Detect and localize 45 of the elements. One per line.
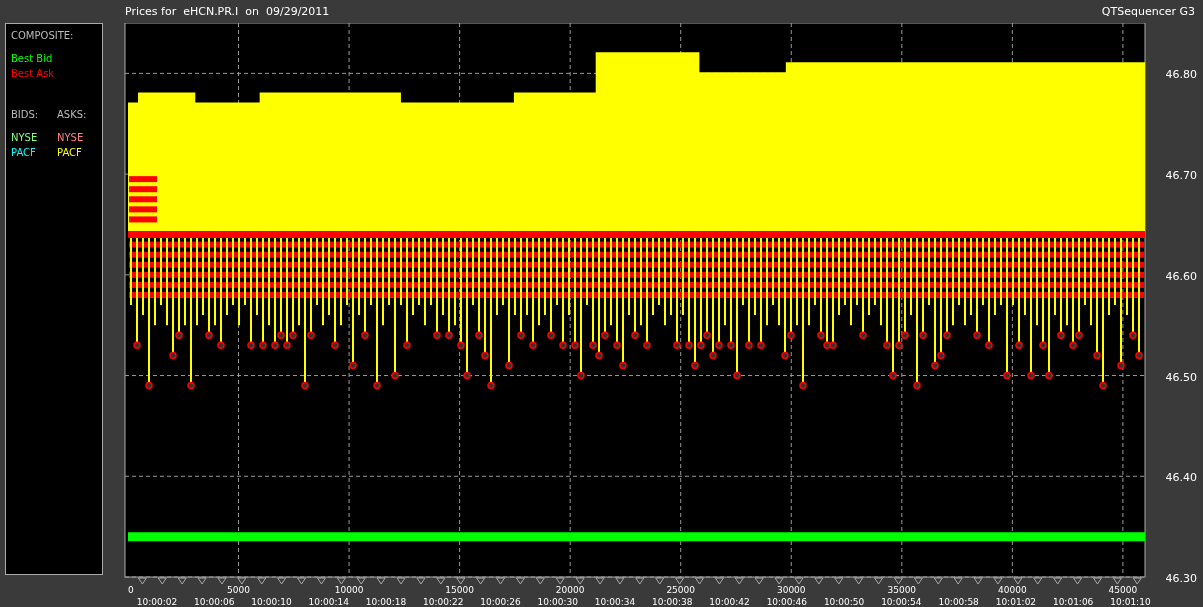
time-label: 10:00:06 (194, 597, 235, 607)
legend-heading: BIDS: (11, 109, 40, 120)
time-label: 10:00:26 (480, 597, 521, 607)
time-label: 10:00:38 (652, 597, 693, 607)
x-axis-label: 0 (128, 585, 134, 595)
y-axis-label: 46.50 (1165, 370, 1197, 384)
time-label: 10:00:34 (594, 597, 636, 607)
x-axis-label: 15000 (445, 585, 474, 595)
time-label: 10:00:54 (881, 597, 922, 607)
legend-item: PACF (57, 146, 83, 160)
chart-title: Prices for eHCN.PR.I on 09/29/2011 (125, 5, 330, 18)
legend-item: PACF (11, 146, 37, 160)
x-axis-label: 20000 (555, 585, 585, 595)
x-axis-label: 40000 (998, 585, 1027, 595)
time-label: 10:00:46 (766, 597, 808, 607)
legend-item: NYSE (57, 131, 85, 145)
time-label: 10:01:10 (1110, 597, 1151, 607)
y-axis-label: 46.60 (1165, 269, 1197, 283)
legend-item: NYSE (11, 131, 39, 145)
x-axis-label: 45000 (1108, 585, 1138, 595)
time-label: 10:00:50 (823, 597, 865, 607)
time-label: 10:00:14 (308, 597, 349, 607)
legend-heading: ASKS: (57, 109, 88, 120)
time-label: 10:00:18 (365, 597, 407, 607)
x-axis-label: 10000 (334, 585, 364, 595)
x-axis-label: 5000 (227, 585, 250, 595)
time-label: 10:00:30 (537, 597, 578, 607)
time-label: 10:00:10 (251, 597, 292, 607)
legend-item: Best Ask (11, 67, 56, 81)
time-label: 10:00:22 (423, 597, 464, 607)
time-label: 10:00:02 (136, 597, 178, 607)
y-axis-label: 46.30 (1165, 572, 1197, 585)
time-label: 10:00:58 (938, 597, 979, 607)
legend-heading: COMPOSITE: (11, 30, 75, 41)
x-axis-label: 30000 (776, 585, 806, 595)
x-axis-label: 25000 (666, 585, 696, 595)
y-axis-label: 46.70 (1165, 169, 1197, 183)
y-axis-label: 46.80 (1165, 68, 1197, 82)
time-label: 10:01:02 (995, 597, 1037, 607)
app-name: QTSequencer G3 (1101, 5, 1195, 18)
time-label: 10:00:42 (709, 597, 750, 607)
legend-item: Best Bid (11, 52, 54, 66)
time-label: 10:01:06 (1052, 597, 1094, 607)
y-axis-label: 46.40 (1165, 471, 1197, 485)
x-axis-label: 35000 (887, 585, 917, 595)
